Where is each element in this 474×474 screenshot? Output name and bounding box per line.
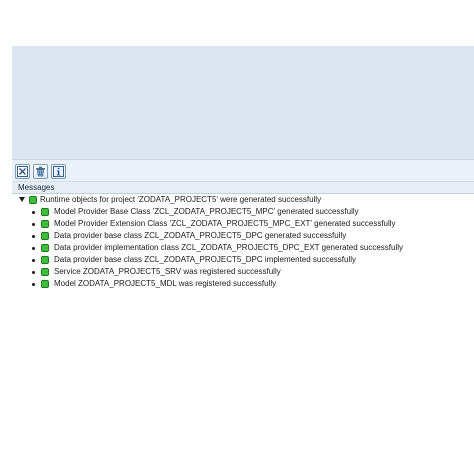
success-light-icon — [41, 220, 49, 228]
info-button[interactable] — [51, 164, 66, 179]
tree-row[interactable]: Data provider implementation class ZCL_Z… — [12, 242, 474, 254]
success-light-icon — [41, 268, 49, 276]
bullet-icon — [32, 259, 35, 262]
sap-window: Messages Runtime objects for project 'ZO… — [12, 46, 474, 343]
bullet-icon — [32, 211, 35, 214]
bullet-icon — [32, 283, 35, 286]
expand-all-button[interactable] — [15, 164, 30, 179]
message-text: Model Provider Extension Class 'ZCL_ZODA… — [54, 219, 396, 228]
message-text: Model ZODATA_PROJECT5_MDL was registered… — [54, 279, 277, 288]
success-light-icon — [41, 208, 49, 216]
tree-row-root[interactable]: Runtime objects for project 'ZODATA_PROJ… — [12, 194, 474, 206]
tree-row[interactable]: Data provider base class ZCL_ZODATA_PROJ… — [12, 230, 474, 242]
messages-header: Messages — [12, 182, 474, 194]
tree-row[interactable]: Service ZODATA_PROJECT5_SRV was register… — [12, 266, 474, 278]
success-light-icon — [29, 196, 37, 204]
bullet-icon — [32, 235, 35, 238]
info-icon — [53, 166, 64, 177]
tree-row[interactable]: Model Provider Base Class 'ZCL_ZODATA_PR… — [12, 206, 474, 218]
top-pane — [12, 46, 474, 159]
delete-icon — [36, 166, 45, 177]
messages-toolbar — [12, 159, 474, 182]
tree-row[interactable]: Data provider base class ZCL_ZODATA_PROJ… — [12, 254, 474, 266]
bullet-icon — [32, 223, 35, 226]
bullet-icon — [32, 271, 35, 274]
message-text: Service ZODATA_PROJECT5_SRV was register… — [54, 267, 281, 276]
success-light-icon — [41, 280, 49, 288]
success-light-icon — [41, 244, 49, 252]
delete-button[interactable] — [33, 164, 48, 179]
expand-collapse-icon[interactable] — [19, 197, 25, 202]
message-text: Runtime objects for project 'ZODATA_PROJ… — [40, 195, 322, 204]
success-light-icon — [41, 256, 49, 264]
message-text: Model Provider Base Class 'ZCL_ZODATA_PR… — [54, 207, 359, 216]
success-light-icon — [41, 232, 49, 240]
tree-row[interactable]: Model Provider Extension Class 'ZCL_ZODA… — [12, 218, 474, 230]
message-text: Data provider base class ZCL_ZODATA_PROJ… — [54, 231, 347, 240]
bullet-icon — [32, 247, 35, 250]
expand-all-icon — [17, 166, 28, 177]
messages-tree: Runtime objects for project 'ZODATA_PROJ… — [12, 194, 474, 343]
tree-row[interactable]: Model ZODATA_PROJECT5_MDL was registered… — [12, 278, 474, 290]
message-text: Data provider base class ZCL_ZODATA_PROJ… — [54, 255, 357, 264]
message-text: Data provider implementation class ZCL_Z… — [54, 243, 404, 252]
